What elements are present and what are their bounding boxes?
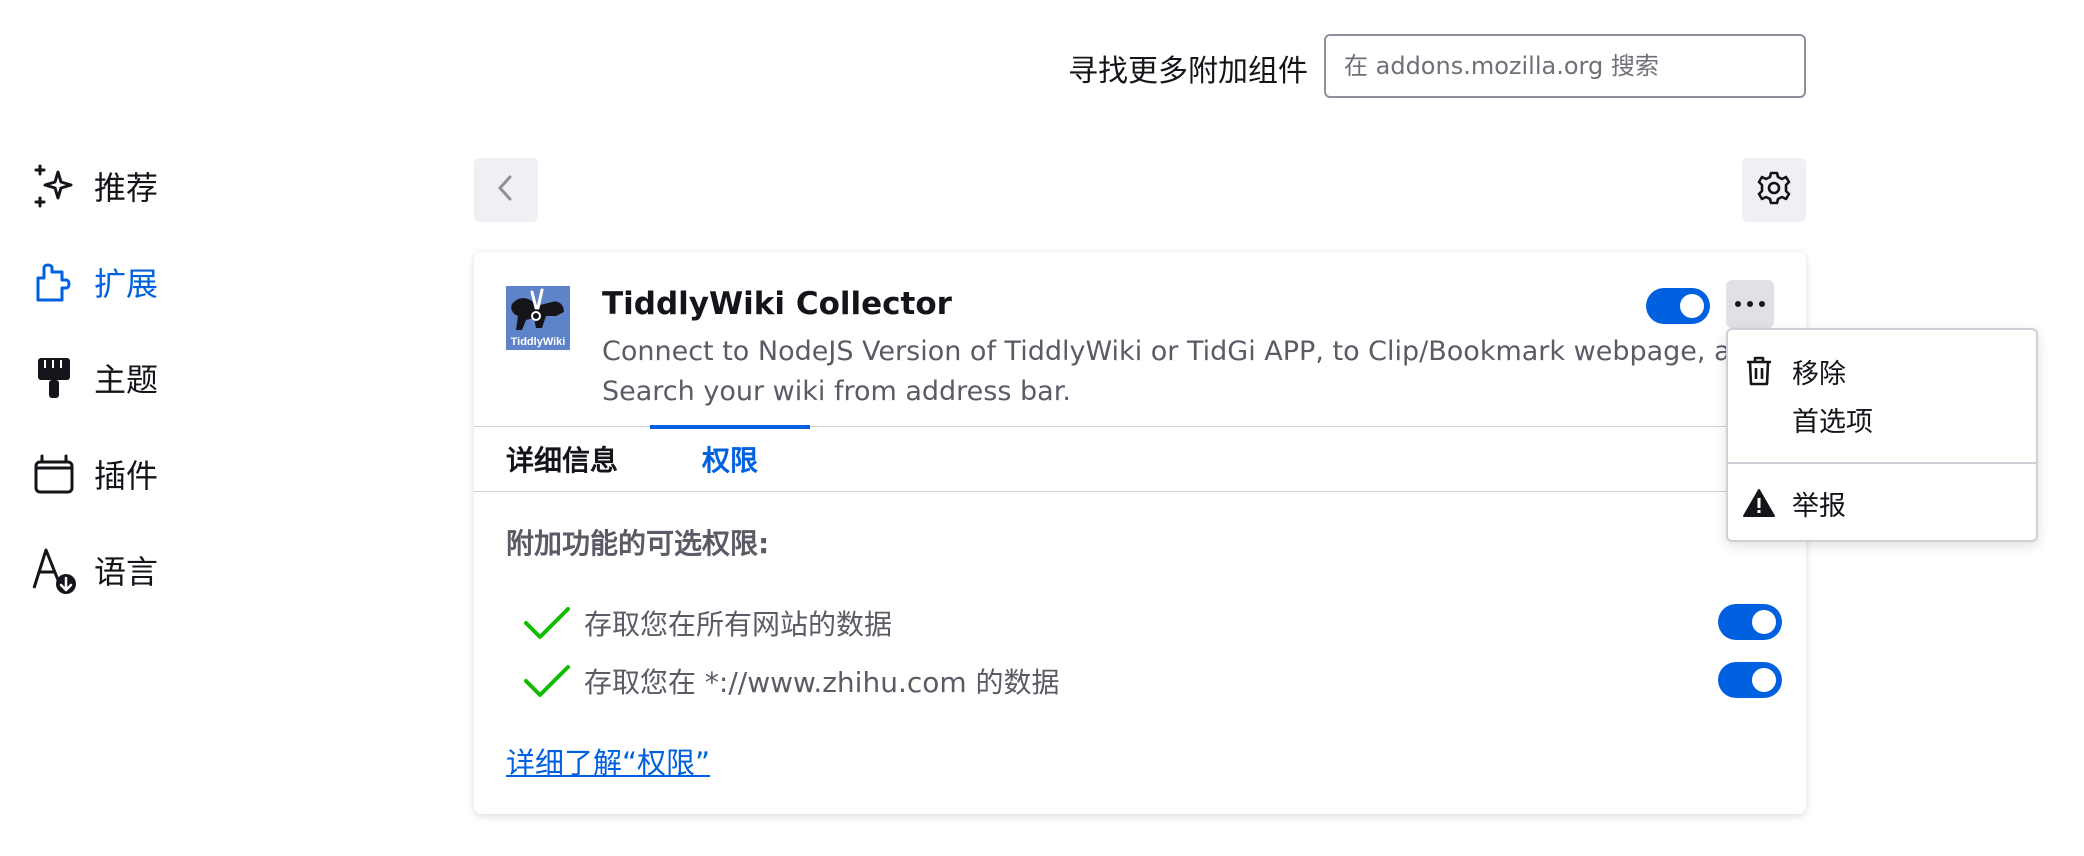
sparkle-icon (28, 160, 80, 212)
addon-description-line: Search your wiki from address bar. (602, 376, 1071, 407)
amo-search-input[interactable] (1326, 36, 1804, 96)
checkmark-icon (524, 607, 570, 639)
amo-search-box[interactable] (1324, 34, 1806, 98)
permission-toggle[interactable] (1718, 604, 1782, 640)
sidebar-item-label: 语言 (94, 553, 159, 591)
sidebar-item-label: 插件 (94, 457, 159, 495)
menu-separator (1728, 462, 2036, 464)
sidebar-item-label: 扩展 (94, 265, 159, 303)
sidebar-item-languages[interactable]: 语言 (28, 540, 408, 600)
sidebar-item-extensions[interactable]: 扩展 (28, 252, 408, 312)
chevron-left-icon (494, 173, 518, 207)
gear-icon (1756, 170, 1792, 210)
checkmark-icon (524, 665, 570, 697)
menu-item-label: 首选项 (1792, 406, 1873, 438)
permission-text: 存取您在 *://www.zhihu.com 的数据 (584, 666, 1060, 699)
tab-permissions[interactable]: 权限 (650, 425, 810, 491)
trash-icon (1742, 354, 1776, 388)
learn-more-permissions-link[interactable]: 详细了解“权限” (506, 740, 710, 782)
menu-item-label: 举报 (1792, 490, 1846, 522)
permission-toggle[interactable] (1718, 662, 1782, 698)
more-options-button[interactable] (1726, 280, 1774, 328)
sidebar-item-label: 主题 (94, 361, 159, 399)
addon-description-line: Connect to NodeJS Version of TiddlyWiki … (602, 336, 1765, 367)
addon-description: Connect to NodeJS Version of TiddlyWiki … (602, 332, 1802, 412)
puzzle-icon (28, 256, 80, 308)
tab-details[interactable]: 详细信息 (506, 427, 618, 491)
plugin-icon (28, 448, 80, 500)
addon-options-menu: 移除 首选项 举报 (1726, 328, 2038, 542)
permission-row: 存取您在 *://www.zhihu.com 的数据 (522, 656, 1782, 706)
addon-tabs: 详细信息 权限 (474, 425, 1806, 492)
optional-permissions-title: 附加功能的可选权限: (506, 527, 770, 560)
sidebar-item-plugins[interactable]: 插件 (28, 444, 408, 504)
menu-item-report[interactable]: 举报 (1728, 478, 2036, 528)
ellipsis-icon (1735, 301, 1741, 307)
permission-row: 存取您在所有网站的数据 (522, 598, 1782, 648)
addon-icon-brand-text: TiddlyWiki (510, 336, 566, 348)
back-button[interactable] (474, 158, 538, 222)
tools-button[interactable] (1742, 158, 1806, 222)
language-icon (28, 544, 80, 596)
paintbrush-icon (28, 352, 80, 404)
menu-item-preferences[interactable]: 首选项 (1728, 394, 2036, 444)
sidebar-item-label: 推荐 (94, 169, 159, 207)
addon-card-header: TiddlyWiki TiddlyWiki Collector Connect … (474, 252, 1806, 426)
tiddlywiki-logo-icon: TiddlyWiki (506, 286, 570, 350)
sidebar-item-themes[interactable]: 主题 (28, 348, 408, 408)
addon-enable-toggle[interactable] (1646, 288, 1710, 324)
permission-text: 存取您在所有网站的数据 (584, 608, 893, 641)
menu-item-label: 移除 (1792, 358, 1846, 390)
sidebar-item-recommendations[interactable]: 推荐 (28, 156, 408, 216)
addon-card: TiddlyWiki TiddlyWiki Collector Connect … (474, 252, 1806, 814)
addon-name: TiddlyWiki Collector (602, 286, 952, 322)
find-more-addons-label: 寻找更多附加组件 (1068, 54, 1308, 89)
menu-item-remove[interactable]: 移除 (1728, 346, 2036, 396)
warning-icon (1742, 486, 1776, 520)
